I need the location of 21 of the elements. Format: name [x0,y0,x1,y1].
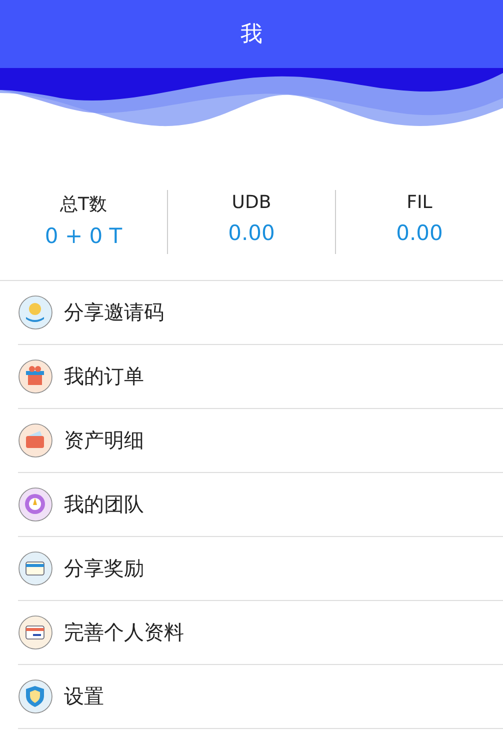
coin-hand-icon [18,295,53,330]
shield-icon [18,679,53,714]
stat-label: FIL [406,192,432,213]
menu-item[interactable]: 资产明细 [18,409,503,473]
gift-icon [18,359,53,394]
stat-value: 0.00 [396,221,443,245]
stat-value: 0 + 0 T [44,224,122,248]
card-icon [18,615,53,650]
wallet-icon [18,423,53,458]
page-title: 我 [240,21,262,49]
card-icon [18,551,53,586]
target-icon [18,487,53,522]
stat-value: 0.00 [228,221,275,245]
menu-item[interactable]: 完善个人资料 [18,601,503,665]
stat-label: 总T数 [60,193,107,216]
menu-item[interactable]: 设置 [18,665,503,729]
menu-item[interactable]: 分享邀请码 [18,281,503,345]
menu-item[interactable]: 我的订单 [18,345,503,409]
menu-item[interactable]: 我的团队 [18,473,503,537]
menu-item[interactable]: 分享奖励 [18,537,503,601]
stat-label: UDB [232,192,272,213]
